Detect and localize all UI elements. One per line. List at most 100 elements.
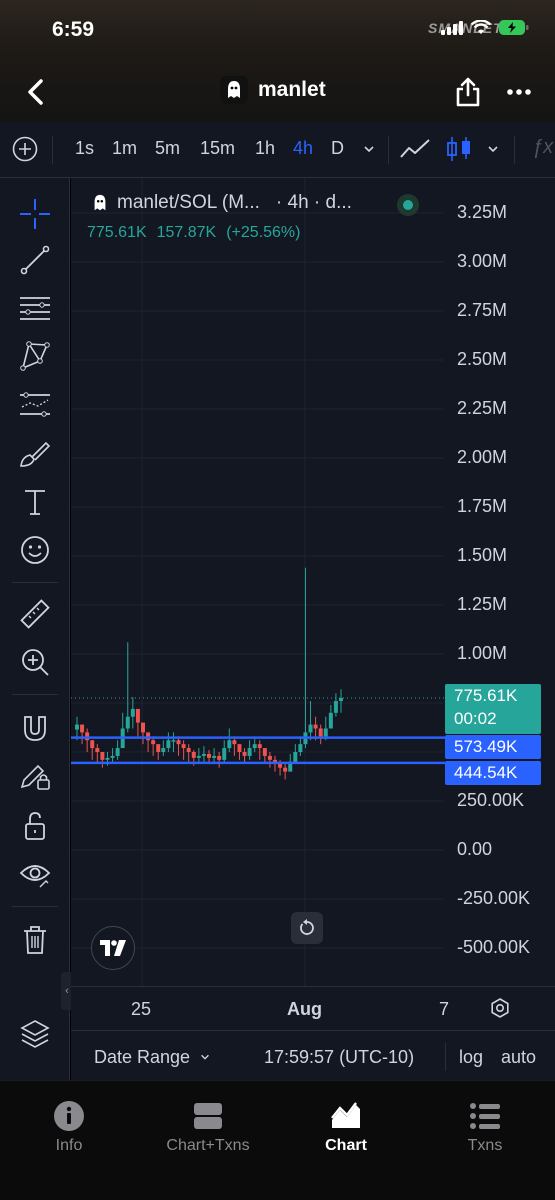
candle-body: [181, 744, 186, 749]
candle-body: [313, 724, 318, 729]
candle-body: [90, 740, 95, 749]
reset-chart-button[interactable]: [291, 912, 323, 944]
chevron-down-icon[interactable]: [362, 142, 376, 156]
chart-settings-icon[interactable]: [489, 997, 511, 1019]
tab-info[interactable]: Info: [9, 1099, 129, 1155]
unlock-tool[interactable]: [17, 808, 53, 844]
candle-body: [227, 740, 232, 749]
date-range-button[interactable]: Date Range: [94, 1047, 211, 1068]
tab-chart[interactable]: Chart: [286, 1099, 406, 1155]
tab-chart-txns[interactable]: Chart+Txns: [148, 1099, 268, 1155]
status-time: 6:59: [52, 18, 95, 41]
brush-icon: [20, 441, 51, 467]
toolbar-divider: [12, 582, 58, 583]
candle-body: [308, 724, 313, 733]
forecast-icon: [20, 392, 50, 417]
horizontal-line-tag: 444.54K: [445, 761, 541, 785]
emoji-tool[interactable]: [17, 532, 53, 568]
delete-tool[interactable]: [17, 922, 53, 958]
text-icon: [25, 490, 45, 515]
auto-scale-toggle[interactable]: auto: [501, 1047, 536, 1068]
legend-symbol[interactable]: manlet/SOL (M...: [117, 192, 260, 214]
candle-body: [232, 740, 237, 745]
candle-body: [217, 755, 222, 760]
add-indicator-icon[interactable]: [12, 136, 38, 162]
candle-body: [186, 748, 191, 752]
current-price-tag: 775.61K 00:02: [445, 684, 541, 734]
candle-body: [267, 755, 272, 760]
toolbar-divider: [52, 136, 53, 164]
tab-txns[interactable]: Txns: [425, 1099, 545, 1155]
chart-bottom-toolbar: Date Range 17:59:57 (UTC-10) log auto: [71, 1030, 555, 1080]
forecast-tool[interactable]: [17, 386, 53, 422]
candle-body: [207, 753, 211, 758]
price-axis-label: 2.50M: [457, 349, 508, 369]
time-axis[interactable]: 25 Aug 7: [71, 986, 555, 1030]
candle-body: [191, 752, 196, 758]
price-axis-label: 2.00M: [457, 447, 508, 467]
app-header: 6:59 SMANLET manlet: [0, 0, 555, 122]
crosshair-tool[interactable]: [17, 196, 53, 232]
refresh-icon: [300, 919, 314, 935]
time-label: 25: [131, 999, 152, 1019]
price-axis-label: 250.00K: [457, 790, 525, 810]
horizontal-lines-tool[interactable]: [17, 290, 53, 326]
text-tool[interactable]: [17, 484, 53, 520]
drawing-toolbar: [0, 178, 70, 1080]
share-icon[interactable]: [454, 76, 482, 108]
candle-body: [328, 712, 333, 729]
timeframe-1s[interactable]: 1s: [75, 138, 94, 159]
split-view-icon: [191, 1099, 225, 1133]
lock-open-icon: [25, 812, 45, 840]
timeframe-15m[interactable]: 15m: [200, 138, 235, 159]
zoom-in-icon: [22, 649, 49, 676]
timeframe-d[interactable]: D: [331, 138, 344, 159]
back-icon[interactable]: [22, 76, 50, 108]
visibility-tool[interactable]: [17, 856, 53, 892]
list-icon: [468, 1099, 502, 1133]
timeframe-5m[interactable]: 5m: [155, 138, 180, 159]
lock-drawing-tool[interactable]: [17, 758, 53, 794]
current-price-value: 775.61K: [454, 686, 518, 705]
line-chart-type-icon[interactable]: [398, 134, 432, 164]
zoom-tool[interactable]: [17, 644, 53, 680]
token-name: manlet: [258, 78, 326, 101]
pattern-tool[interactable]: [17, 338, 53, 374]
candle-body: [135, 708, 140, 723]
object-tree-tool[interactable]: [17, 1016, 53, 1052]
candle-body: [293, 752, 298, 762]
timeframe-4h[interactable]: 4h: [293, 138, 313, 159]
price-axis-label: -500.00K: [457, 937, 531, 957]
candles-chart-type-icon[interactable]: [442, 134, 476, 164]
tradingview-logo[interactable]: [91, 926, 135, 970]
candle-body: [262, 748, 267, 756]
toolbar-divider: [388, 136, 389, 164]
indicators-button[interactable]: ƒx: [532, 136, 553, 159]
candle-body: [110, 755, 115, 758]
measure-tool[interactable]: [17, 596, 53, 632]
legend-interval: · 4h · d...: [275, 192, 352, 213]
timeframe-toolbar: 1s 1m 5m 15m 1h 4h D ƒx: [0, 122, 555, 178]
candle-body: [212, 755, 217, 758]
date-range-label: Date Range: [94, 1047, 191, 1067]
price-axis-label: 3.00M: [457, 251, 508, 271]
candle-body: [283, 767, 288, 772]
candle-body: [222, 748, 227, 760]
candle-body: [115, 748, 120, 756]
more-icon[interactable]: [506, 80, 532, 104]
magnet-tool[interactable]: [17, 710, 53, 746]
timeframe-1h[interactable]: 1h: [255, 138, 275, 159]
brush-tool[interactable]: [17, 436, 53, 472]
chart-panel[interactable]: manlet/SOL (M... · 4h · d... 775.61K 157…: [71, 178, 555, 1080]
parallel-lines-icon: [20, 297, 50, 320]
trend-line-tool[interactable]: [17, 242, 53, 278]
log-scale-toggle[interactable]: log: [459, 1047, 483, 1068]
horizontal-line-tag: 573.49K: [445, 735, 541, 759]
chevron-down-icon[interactable]: [486, 142, 500, 156]
legend-change-pct: (+25.56%): [226, 224, 301, 241]
trend-line-icon: [20, 245, 50, 275]
timeframe-1m[interactable]: 1m: [112, 138, 137, 159]
candle-body: [95, 748, 100, 752]
timezone-clock[interactable]: 17:59:57 (UTC-10): [264, 1047, 414, 1068]
wifi-icon: [471, 20, 491, 34]
